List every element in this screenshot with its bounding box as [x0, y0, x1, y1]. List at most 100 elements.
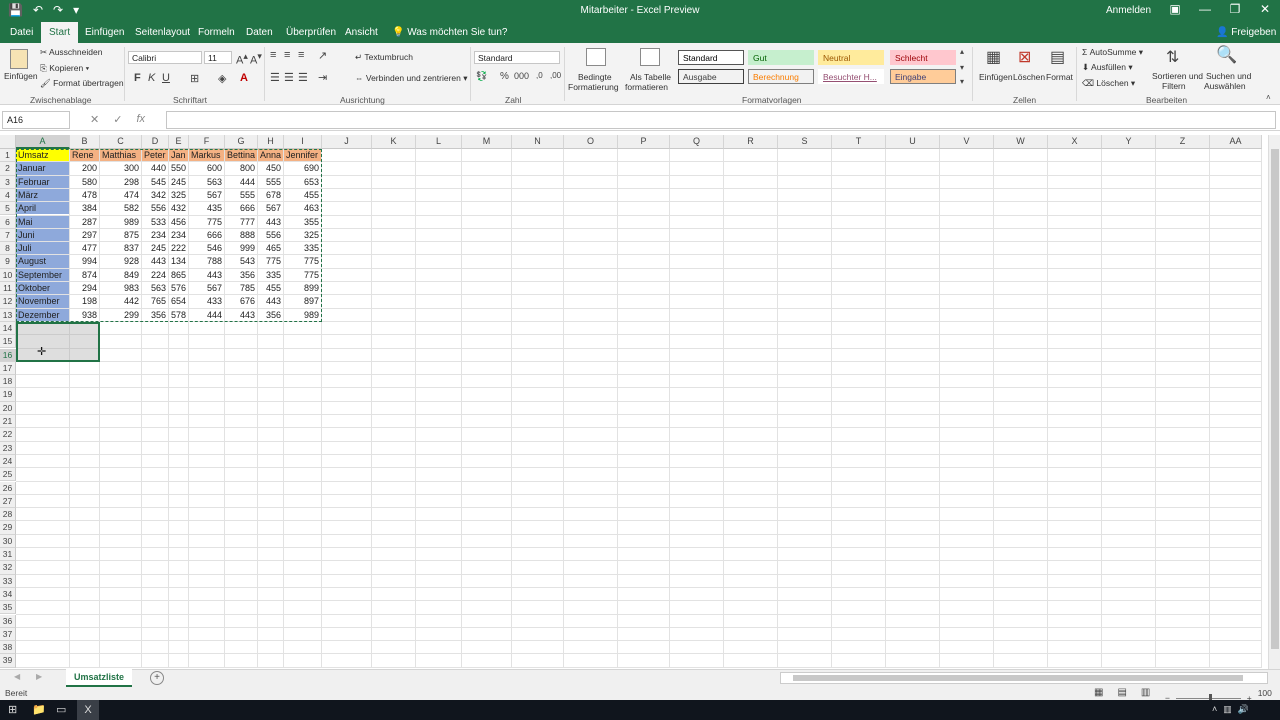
cell-header-name[interactable]: Rene [70, 149, 99, 162]
row-header-2[interactable]: 2 [0, 162, 16, 176]
number-format-select[interactable]: Standard [474, 51, 560, 64]
cell-value[interactable]: 777 [225, 216, 257, 228]
column-header-s[interactable]: S [778, 135, 832, 149]
cell-month[interactable]: April [16, 202, 69, 215]
percent-icon[interactable]: % [500, 71, 509, 82]
find-select-line2[interactable]: Auswählen [1204, 81, 1246, 91]
cell-value[interactable]: 356 [258, 309, 283, 321]
row-header-13[interactable]: 13 [0, 308, 16, 322]
selected-range[interactable] [16, 321, 100, 362]
tab-daten[interactable]: Daten [246, 27, 273, 38]
row-header-21[interactable]: 21 [0, 415, 16, 429]
font-color-icon[interactable]: A [240, 72, 248, 84]
align-center-icon[interactable]: ☰ [284, 71, 294, 84]
italic-button[interactable]: K [148, 72, 155, 84]
cell-header-name[interactable]: Jan [169, 149, 188, 162]
cell-value[interactable]: 576 [169, 282, 188, 294]
volume-icon[interactable]: 🔊 [1238, 704, 1249, 715]
row-header-32[interactable]: 32 [0, 561, 16, 575]
formula-input[interactable] [166, 111, 1276, 129]
cell-value[interactable]: 433 [189, 295, 224, 307]
insert-cells-button[interactable]: Einfügen [979, 72, 1013, 82]
cell-style-gut[interactable]: Gut [748, 50, 814, 65]
cell-header-name[interactable]: Anna [258, 149, 283, 162]
page-layout-view-icon[interactable]: ▤ [1117, 687, 1126, 698]
cell-value[interactable]: 666 [189, 229, 224, 241]
cell-style-eingabe[interactable]: Eingabe [890, 69, 956, 84]
column-header-j[interactable]: J [322, 135, 372, 149]
cell-value[interactable]: 994 [70, 255, 99, 267]
name-box[interactable]: A16 [2, 111, 70, 129]
cell-value[interactable]: 555 [258, 176, 283, 188]
row-header-3[interactable]: 3 [0, 175, 16, 189]
insert-cells-icon[interactable]: ▦ [986, 47, 1001, 67]
currency-icon[interactable]: 💱 [476, 71, 487, 82]
row-header-11[interactable]: 11 [0, 282, 16, 296]
cell-value[interactable]: 837 [100, 242, 141, 254]
row-header-34[interactable]: 34 [0, 587, 16, 602]
paste-button[interactable]: Einfügen [4, 71, 38, 81]
font-size-select[interactable]: 11 [204, 51, 232, 64]
tab-seitenlayout[interactable]: Seitenlayout [135, 27, 190, 38]
cell-value[interactable]: 463 [284, 202, 321, 214]
format-painter-button[interactable]: 🖌 Format übertragen [40, 78, 124, 89]
cell-value[interactable]: 335 [258, 269, 283, 281]
cell-value[interactable]: 297 [70, 229, 99, 241]
row-header-23[interactable]: 23 [0, 441, 16, 455]
merge-center-button[interactable]: ⇔ Verbinden und zentrieren ▾ [355, 73, 468, 84]
cell-value[interactable]: 455 [258, 282, 283, 294]
cell-value[interactable]: 355 [284, 216, 321, 228]
column-header-d[interactable]: D [142, 135, 169, 149]
cell-value[interactable]: 800 [225, 162, 257, 174]
column-header-n[interactable]: N [512, 135, 564, 149]
cell-month[interactable]: Juni [16, 228, 69, 242]
cell-value[interactable]: 578 [169, 309, 188, 321]
cell-value[interactable]: 989 [284, 309, 321, 321]
cell-value[interactable]: 134 [169, 255, 188, 267]
cell-value[interactable]: 234 [142, 229, 168, 241]
column-header-m[interactable]: M [462, 135, 512, 149]
ribbon-display-icon[interactable]: ▣ [1160, 2, 1190, 16]
copy-button[interactable]: ⎘ Kopieren ▾ [40, 63, 89, 74]
row-header-38[interactable]: 38 [0, 641, 16, 655]
cell-month[interactable]: Oktober [16, 282, 69, 295]
bold-button[interactable]: F [134, 72, 141, 84]
tell-me-search[interactable]: 💡 Was möchten Sie tun? [392, 27, 507, 38]
gallery-up-icon[interactable]: ▴ [960, 47, 964, 56]
cell-value[interactable]: 676 [225, 295, 257, 307]
collapse-ribbon-icon[interactable]: ˄ [1266, 93, 1271, 102]
cell-value[interactable]: 325 [284, 229, 321, 241]
cell-value[interactable]: 775 [189, 216, 224, 228]
cell-value[interactable]: 788 [189, 255, 224, 267]
cell-value[interactable]: 294 [70, 282, 99, 294]
row-header-1[interactable]: 1 [0, 149, 16, 163]
row-header-16[interactable]: 16 [0, 348, 16, 362]
cell-month[interactable]: Januar [16, 162, 69, 175]
cell-value[interactable]: 442 [100, 295, 141, 307]
conditional-format-button[interactable]: Bedingte [578, 72, 612, 82]
file-explorer-icon[interactable]: 📁 [32, 703, 46, 716]
align-bottom-icon[interactable]: ≡ [298, 49, 304, 61]
cell-value[interactable]: 299 [100, 309, 141, 321]
row-header-6[interactable]: 6 [0, 215, 16, 229]
cell-value[interactable]: 654 [169, 295, 188, 307]
sort-filter-button[interactable]: Sortieren und [1152, 71, 1203, 81]
row-header-27[interactable]: 27 [0, 494, 16, 509]
cell-value[interactable]: 432 [169, 202, 188, 214]
enter-icon[interactable]: ✓ [113, 113, 122, 126]
cell-value[interactable]: 224 [142, 269, 168, 281]
column-header-o[interactable]: O [564, 135, 618, 149]
cell-value[interactable]: 245 [142, 242, 168, 254]
row-header-12[interactable]: 12 [0, 295, 16, 309]
cell-month[interactable]: Dezember [16, 308, 69, 321]
cell-value[interactable]: 563 [142, 282, 168, 294]
add-sheet-icon[interactable]: + [150, 671, 164, 685]
cell-header-name[interactable]: Peter [142, 149, 168, 162]
row-header-35[interactable]: 35 [0, 601, 16, 615]
column-header-c[interactable]: C [100, 135, 142, 149]
cell-value[interactable]: 222 [169, 242, 188, 254]
cell-value[interactable]: 550 [169, 162, 188, 174]
cell-value[interactable]: 298 [100, 176, 141, 188]
underline-button[interactable]: U [162, 72, 170, 84]
column-header-y[interactable]: Y [1102, 135, 1156, 149]
